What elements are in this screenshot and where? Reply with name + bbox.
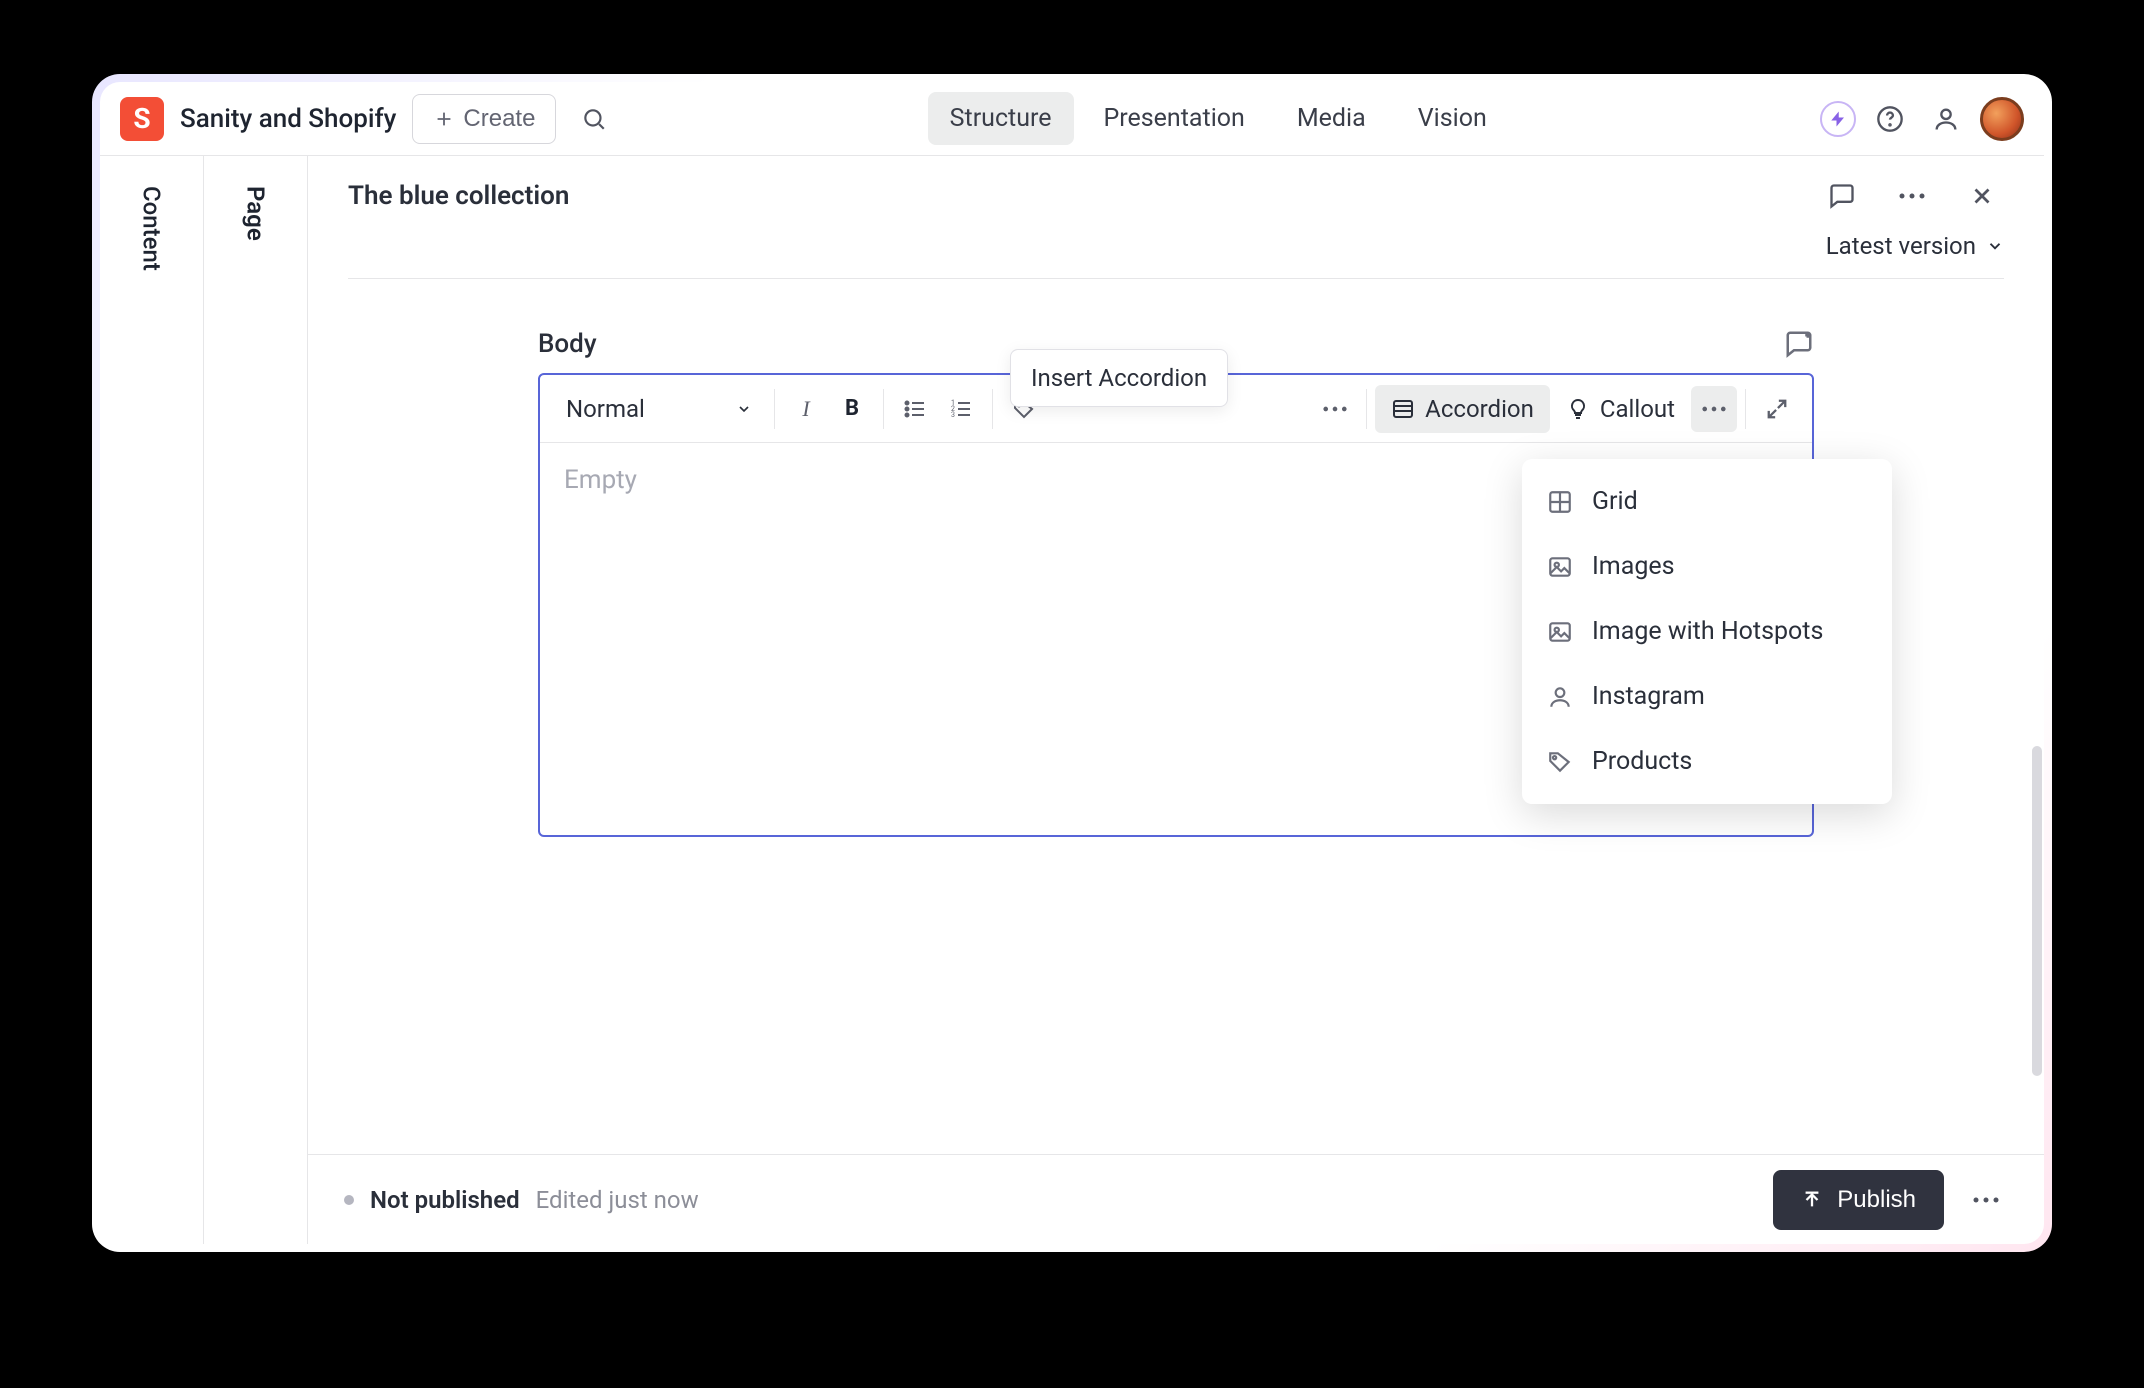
numbered-list-button[interactable]: 123 — [938, 386, 984, 432]
rail-page[interactable]: Page — [204, 156, 308, 1244]
fullscreen-button[interactable] — [1754, 386, 1800, 432]
nav-media[interactable]: Media — [1275, 92, 1388, 145]
status-dot-icon — [344, 1195, 354, 1205]
italic-button[interactable]: I — [783, 386, 829, 432]
upload-icon — [1801, 1189, 1823, 1211]
plus-icon — [433, 108, 455, 130]
create-label: Create — [463, 105, 535, 133]
workspace-name: Sanity and Shopify — [180, 104, 396, 134]
help-button[interactable] — [1868, 97, 1912, 141]
bullet-list-button[interactable] — [892, 386, 938, 432]
insert-products[interactable]: Products — [1522, 729, 1892, 794]
document-title: The blue collection — [348, 181, 569, 211]
rail-content[interactable]: Content — [100, 156, 204, 1244]
close-button[interactable] — [1960, 174, 2004, 218]
version-select[interactable]: Latest version — [1826, 232, 2004, 260]
bulb-icon — [1566, 397, 1590, 421]
user-avatar[interactable] — [1980, 97, 2024, 141]
ai-assist-button[interactable] — [1784, 329, 1814, 359]
document-footer: Not published Edited just now Publish — [308, 1154, 2044, 1244]
field-label-body: Body — [538, 329, 597, 359]
top-bar: S Sanity and Shopify Create Structure Pr… — [100, 82, 2044, 156]
document-actions-button[interactable] — [1890, 174, 1934, 218]
nav-structure[interactable]: Structure — [928, 92, 1074, 145]
nav-vision[interactable]: Vision — [1396, 92, 1509, 145]
search-button[interactable] — [572, 97, 616, 141]
insert-menu: Grid Images Image with Hotspots — [1522, 459, 1892, 804]
nav-presentation[interactable]: Presentation — [1082, 92, 1267, 145]
editor-placeholder: Empty — [564, 465, 637, 495]
image-icon — [1546, 619, 1574, 645]
image-icon — [1546, 554, 1574, 580]
tooltip: Insert Accordion — [1010, 349, 1228, 407]
comments-button[interactable] — [1820, 174, 1864, 218]
chevron-down-icon — [1986, 237, 2004, 255]
bolt-icon[interactable] — [1820, 101, 1856, 137]
footer-more-button[interactable] — [1964, 1178, 2008, 1222]
chevron-down-icon — [736, 401, 752, 417]
svg-text:3: 3 — [951, 411, 955, 419]
main-nav: Structure Presentation Media Vision — [632, 92, 1804, 145]
tag-icon — [1546, 749, 1574, 775]
publish-button[interactable]: Publish — [1773, 1170, 1944, 1230]
user-icon — [1546, 684, 1574, 710]
insert-instagram[interactable]: Instagram — [1522, 664, 1892, 729]
scrollbar[interactable] — [2032, 746, 2042, 1076]
grid-icon — [1546, 489, 1574, 515]
publish-status: Not published — [370, 1186, 520, 1214]
sanity-logo-icon: S — [120, 97, 164, 141]
presence-button[interactable] — [1924, 97, 1968, 141]
insert-image-hotspots[interactable]: Image with Hotspots — [1522, 599, 1892, 664]
insert-accordion-button[interactable]: Accordion — [1375, 385, 1550, 433]
block-style-select[interactable]: Normal — [552, 385, 766, 433]
edited-timestamp: Edited just now — [536, 1186, 699, 1214]
create-button[interactable]: Create — [412, 94, 556, 144]
rows-icon — [1391, 397, 1415, 421]
bold-button[interactable]: B — [829, 386, 875, 432]
insert-more-button[interactable] — [1691, 386, 1737, 432]
insert-callout-button[interactable]: Callout — [1550, 385, 1691, 433]
insert-images[interactable]: Images — [1522, 534, 1892, 599]
insert-grid[interactable]: Grid — [1522, 469, 1892, 534]
toolbar-more-left-button[interactable] — [1312, 386, 1358, 432]
